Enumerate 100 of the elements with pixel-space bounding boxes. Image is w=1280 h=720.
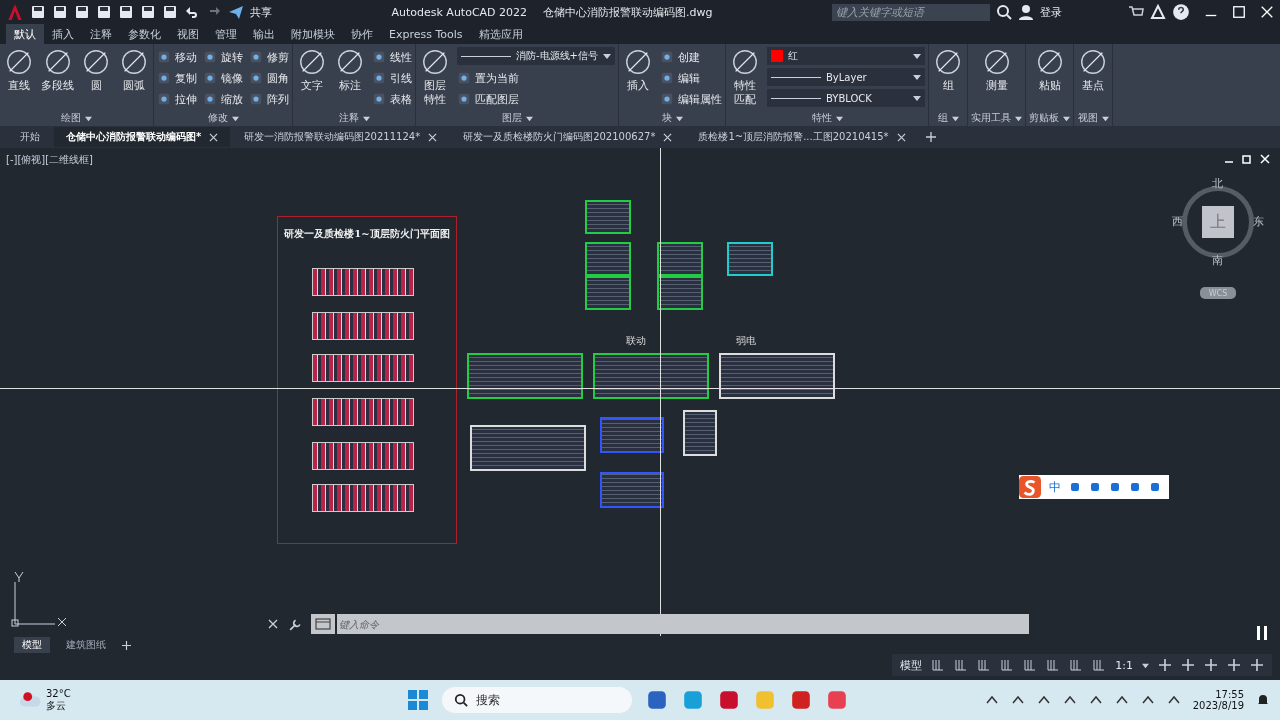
- close-icon[interactable]: [428, 132, 438, 142]
- search-field[interactable]: 键入关键字或短语: [832, 3, 990, 21]
- panel-title[interactable]: 绘图: [61, 111, 81, 125]
- panel-title[interactable]: 块: [661, 111, 672, 125]
- caret-icon[interactable]: [1015, 114, 1022, 122]
- ribbon-tab[interactable]: 附加模块: [283, 23, 343, 45]
- viewport-controls[interactable]: [-][俯视][二维线框]: [6, 153, 94, 167]
- autocad-icon[interactable]: [718, 689, 740, 711]
- ribbon-tab[interactable]: 输出: [245, 23, 283, 45]
- wrench-icon[interactable]: [288, 617, 301, 631]
- ribbon-tool-button[interactable]: 置为当前: [457, 68, 615, 88]
- share-icon[interactable]: [228, 4, 244, 20]
- ribbon-tool-button[interactable]: 测量: [971, 47, 1022, 109]
- command-line-field[interactable]: 键入命令: [337, 614, 1029, 634]
- ribbon-tool-button[interactable]: 直线: [3, 47, 35, 109]
- caret-icon[interactable]: [231, 114, 239, 122]
- ribbon-tool-button[interactable]: 特性匹配: [729, 47, 761, 109]
- close-icon[interactable]: [896, 132, 906, 142]
- layout-tab[interactable]: 建筑图纸: [58, 637, 114, 653]
- panel-title[interactable]: 视图: [1077, 111, 1098, 125]
- plus-icon[interactable]: [1181, 658, 1195, 672]
- add-tab-icon[interactable]: [122, 640, 131, 650]
- panel-title[interactable]: 修改: [207, 111, 228, 125]
- caret-icon[interactable]: [835, 114, 843, 122]
- file-tab[interactable]: 研发一及质检楼防火门编码图202100627*: [451, 127, 685, 147]
- pause-icon[interactable]: [1256, 626, 1268, 640]
- panel-title[interactable]: 实用工具: [971, 111, 1011, 125]
- ribbon-tab[interactable]: 协作: [343, 23, 381, 45]
- clock-time[interactable]: 17:55: [1215, 689, 1244, 700]
- ribbon-tool-button[interactable]: 修剪: [249, 47, 289, 67]
- ribbon-tool-button[interactable]: 镜像: [203, 68, 243, 88]
- ribbon-tool-button[interactable]: 编辑属性: [660, 89, 722, 109]
- file-tab[interactable]: 研发一消防报警联动编码图20211124*: [232, 127, 450, 147]
- taskbar-search-field[interactable]: 搜索: [442, 687, 632, 713]
- ribbon-tool-button[interactable]: 粘贴: [1029, 47, 1070, 109]
- ribbon-tab[interactable]: 管理: [207, 23, 245, 45]
- ribbon-tool-button[interactable]: 基点: [1077, 47, 1109, 109]
- ribbon-tool-button[interactable]: 线性: [372, 47, 412, 67]
- ribbon-tab[interactable]: 默认: [6, 23, 44, 45]
- toolbar-icon[interactable]: [52, 4, 68, 20]
- panel-title[interactable]: 剪贴板: [1029, 111, 1059, 125]
- caret-icon[interactable]: [951, 114, 959, 122]
- toolbar-icon[interactable]: [162, 4, 178, 20]
- close-icon[interactable]: [663, 132, 673, 142]
- ribbon-tool-button[interactable]: 创建: [660, 47, 722, 67]
- toolbar-icon[interactable]: [74, 4, 90, 20]
- ribbon-tool-button[interactable]: 圆: [80, 47, 112, 109]
- maximize-icon[interactable]: [1232, 5, 1246, 19]
- ribbon-tool-button[interactable]: 文字: [296, 47, 328, 109]
- ribbon-tab[interactable]: 注释: [82, 23, 120, 45]
- restore-icon[interactable]: [1242, 154, 1252, 164]
- ribbon-tool-button[interactable]: 阵列: [249, 89, 289, 109]
- ribbon-tool-button[interactable]: 拉伸: [157, 89, 197, 109]
- login-link[interactable]: 登录: [1040, 4, 1062, 20]
- record-icon[interactable]: [826, 689, 848, 711]
- file-tab[interactable]: 开始: [8, 127, 52, 147]
- ribbon-tab[interactable]: 参数化: [120, 23, 169, 45]
- ribbon-tool-button[interactable]: 组: [932, 47, 964, 109]
- ribbon-tab[interactable]: 视图: [169, 23, 207, 45]
- panel-title[interactable]: 注释: [338, 111, 359, 125]
- property-dropdown[interactable]: 红: [767, 47, 925, 65]
- ribbon-tool-button[interactable]: 编辑: [660, 68, 722, 88]
- ribbon-tool-button[interactable]: 表格: [372, 89, 412, 109]
- caret-icon[interactable]: [1101, 114, 1109, 122]
- caret-icon[interactable]: [1063, 114, 1070, 122]
- ribbon-tool-button[interactable]: 引线: [372, 68, 412, 88]
- caret-icon[interactable]: [525, 114, 533, 122]
- start-icon[interactable]: [408, 690, 428, 710]
- search-icon[interactable]: [996, 4, 1012, 20]
- ribbon-tab[interactable]: 插入: [44, 23, 82, 45]
- help-icon[interactable]: [1172, 3, 1190, 21]
- ribbon-tool-button[interactable]: 标注: [334, 47, 366, 109]
- panel-title[interactable]: 组: [937, 111, 948, 125]
- panel-title[interactable]: 特性: [811, 111, 832, 125]
- ribbon-tool-button[interactable]: 圆弧: [118, 47, 150, 109]
- ribbon-tool-button[interactable]: 缩放: [203, 89, 243, 109]
- model-space-toggle[interactable]: 模型: [900, 657, 923, 673]
- command-window-icon[interactable]: [311, 614, 335, 634]
- ribbon-tool-button[interactable]: 移动: [157, 47, 197, 67]
- ribbon-tool-button[interactable]: 多段线: [41, 47, 74, 109]
- ribbon-tool-button[interactable]: 圆角: [249, 68, 289, 88]
- toolbar-icon[interactable]: [140, 4, 156, 20]
- app-logo-icon[interactable]: [6, 3, 24, 21]
- ime-logo-icon[interactable]: [1019, 476, 1041, 498]
- add-tab-icon[interactable]: [925, 132, 936, 142]
- property-dropdown[interactable]: 消防-电源线+信号: [457, 47, 615, 65]
- user-icon[interactable]: [1018, 4, 1034, 20]
- close-icon[interactable]: [268, 619, 278, 629]
- wps-icon[interactable]: [790, 689, 812, 711]
- toolbar-icon[interactable]: [118, 4, 134, 20]
- close-icon[interactable]: [209, 132, 219, 142]
- notification-bell-icon[interactable]: [1256, 693, 1270, 707]
- scale-dropdown[interactable]: 1:1: [1115, 658, 1133, 672]
- caret-icon[interactable]: [362, 114, 370, 122]
- toolbar-icon[interactable]: [30, 4, 46, 20]
- ribbon-tab[interactable]: 精选应用: [470, 23, 531, 45]
- viewcube[interactable]: 北 西 上 东 南: [1170, 174, 1266, 270]
- ime-mode[interactable]: 中: [1049, 478, 1061, 496]
- share-label[interactable]: 共享: [250, 4, 272, 20]
- cloud-icon[interactable]: [20, 691, 42, 709]
